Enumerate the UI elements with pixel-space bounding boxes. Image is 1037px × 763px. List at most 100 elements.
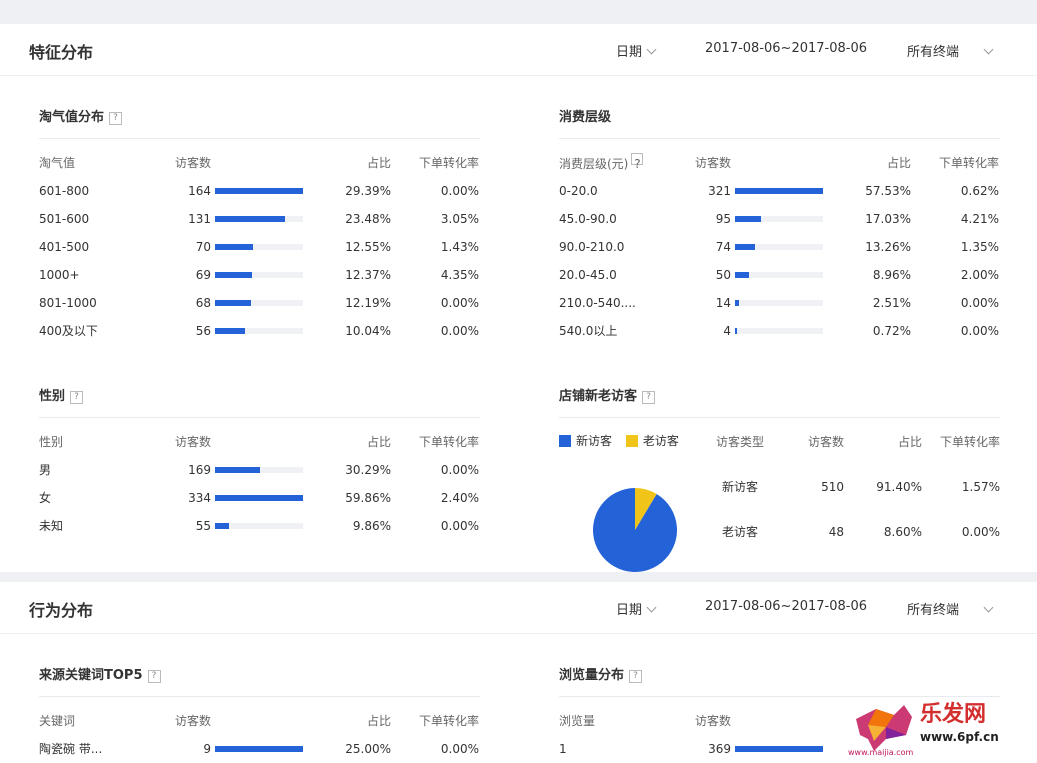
cell-share: 12.37% <box>345 268 391 282</box>
table-row[interactable]: 400及以下 56 10.04% 0.00% <box>39 321 480 341</box>
bar-track <box>215 188 303 194</box>
cell-conv: 0.00% <box>440 296 479 310</box>
bar-fill <box>215 300 251 306</box>
cell-conv: 2.40% <box>440 491 479 505</box>
help-icon[interactable]: ? <box>70 391 84 404</box>
newold-table: 访客类型 访客数 占比 下单转化率 新访客 510 91.40% 1.57% 老访客 48 8.60… <box>716 418 1000 558</box>
table-row[interactable]: 未知 55 9.86% 0.00% <box>39 516 480 536</box>
cell-share: 13.26% <box>865 240 911 254</box>
cell-share: 0.72% <box>872 324 911 338</box>
table-row[interactable]: 新访客 510 91.40% 1.57% <box>716 477 1000 497</box>
cell-visitors: 48 <box>828 525 844 539</box>
cell-conv: 0.00% <box>440 184 479 198</box>
cell-label: 501-600 <box>39 212 90 226</box>
table-row[interactable]: 401-500 70 12.55% 1.43% <box>39 237 480 257</box>
table-header: 淘气值 访客数 占比 下单转化率 <box>39 153 480 173</box>
column-header: 下单转化率 <box>938 156 999 170</box>
cell-share: 23.48% <box>345 212 391 226</box>
bar-track <box>215 244 303 250</box>
column-header: 占比 <box>897 435 922 449</box>
chevron-down-icon <box>646 44 657 55</box>
cell-conv: 1.43% <box>440 240 479 254</box>
bar-track <box>215 216 303 222</box>
url-text: www.6pf.cn <box>920 730 999 744</box>
cell-conv: 1.57% <box>961 480 1000 494</box>
date-range[interactable]: 2017-08-06~2017-08-06 <box>705 41 867 56</box>
bar-fill <box>735 300 739 306</box>
cell-visitors: 14 <box>715 296 731 310</box>
cell-label: 男 <box>39 463 52 477</box>
brand-text: 乐发网 <box>920 701 986 727</box>
help-icon[interactable]: ? <box>642 391 656 404</box>
cell-conv: 2.00% <box>960 268 999 282</box>
cell-label: 601-800 <box>39 184 90 198</box>
table-row[interactable]: 501-600 131 23.48% 3.05% <box>39 209 480 229</box>
column-header: 淘气值 <box>39 156 76 170</box>
legend-swatch-old <box>625 435 638 447</box>
bar-track <box>215 328 303 334</box>
cell-share: 17.03% <box>865 212 911 226</box>
taoqi-table: 淘气值 访客数 占比 下单转化率 601-800 164 29.39% 0.00% 501-60… <box>39 139 480 339</box>
cell-visitors: 334 <box>188 491 211 505</box>
cell-conv: 0.00% <box>440 742 479 756</box>
site-watermark: 乐发网 www.6pf.cn www.maijia.com <box>846 695 1031 757</box>
gender-table: 性别 访客数 占比 下单转化率男 169 30.29% 0.00% 女 334 59.86% 2.4… <box>39 418 480 538</box>
bar-track <box>735 244 823 250</box>
column-header: 访客数 <box>694 156 731 170</box>
table-row[interactable]: 45.0-90.0 95 17.03% 4.21% <box>559 209 1000 229</box>
column-header: 访客数 <box>807 435 844 449</box>
cell-label: 540.0以上 <box>559 324 618 338</box>
table-row[interactable]: 0-20.0 321 57.53% 0.62% <box>559 181 1000 201</box>
date-range[interactable]: 2017-08-06~2017-08-06 <box>705 599 867 614</box>
date-dropdown[interactable]: 日期 <box>616 41 657 60</box>
bar-track <box>735 188 823 194</box>
table-row[interactable]: 男 169 30.29% 0.00% <box>39 460 480 480</box>
bar-fill <box>735 328 737 334</box>
terminal-dropdown[interactable]: 所有终端 <box>907 41 994 60</box>
cell-label: 新访客 <box>722 480 759 494</box>
cell-share: 8.60% <box>883 525 922 539</box>
table-row[interactable]: 801-1000 68 12.19% 0.00% <box>39 293 480 313</box>
table-row[interactable]: 210.0-540.... 14 2.51% 0.00% <box>559 293 1000 313</box>
table-row[interactable]: 20.0-45.0 50 8.96% 2.00% <box>559 265 1000 285</box>
cell-share: 10.04% <box>345 324 391 338</box>
table-row[interactable]: 601-800 164 29.39% 0.00% <box>39 181 480 201</box>
table-row[interactable]: 540.0以上 4 0.72% 0.00% <box>559 321 1000 341</box>
table-row[interactable]: 陶瓷碗 带... 9 25.00% 0.00% <box>39 739 480 759</box>
column-header: 性别 <box>39 435 64 449</box>
help-icon[interactable]: ? <box>629 670 643 683</box>
help-icon[interactable]: ? <box>109 112 123 125</box>
table-row[interactable]: 老访客 48 8.60% 0.00% <box>716 522 1000 542</box>
feature-distribution-panel: 特征分布 日期 2017-08-06~2017-08-06 所有终端 淘气值分布… <box>0 24 1037 572</box>
date-dropdown[interactable]: 日期 <box>616 599 657 618</box>
section-title: 来源关键词TOP5? <box>39 660 480 697</box>
help-icon[interactable]: ? <box>147 670 161 683</box>
cell-label: 陶瓷碗 带... <box>39 742 103 756</box>
terminal-label: 所有终端 <box>907 603 960 618</box>
help-icon[interactable]: ? <box>631 153 644 171</box>
bar-fill <box>215 188 303 194</box>
cell-visitors: 9 <box>203 742 211 756</box>
column-header: 访客类型 <box>716 435 765 449</box>
bar-fill <box>735 216 761 222</box>
legend-new: 新访客 <box>576 434 613 448</box>
date-label: 日期 <box>616 603 643 618</box>
table-row[interactable]: 女 334 59.86% 2.40% <box>39 488 480 508</box>
cell-conv: 0.00% <box>440 463 479 477</box>
column-header: 下单转化率 <box>418 714 479 728</box>
bar-track <box>735 328 823 334</box>
cell-share: 2.51% <box>872 296 911 310</box>
cell-visitors: 369 <box>708 742 731 756</box>
cell-label: 0-20.0 <box>559 184 598 198</box>
terminal-dropdown[interactable]: 所有终端 <box>907 599 994 618</box>
column-header: 访客数 <box>174 714 211 728</box>
cell-visitors: 55 <box>195 519 211 533</box>
table-row[interactable]: 90.0-210.0 74 13.26% 1.35% <box>559 237 1000 257</box>
cell-conv: 1.35% <box>960 240 999 254</box>
table-row[interactable]: 1000+ 69 12.37% 4.35% <box>39 265 480 285</box>
cell-visitors: 131 <box>188 212 211 226</box>
cell-label: 女 <box>39 491 52 505</box>
cell-share: 9.86% <box>352 519 391 533</box>
bar-fill <box>215 328 245 334</box>
cell-conv: 0.00% <box>440 519 479 533</box>
